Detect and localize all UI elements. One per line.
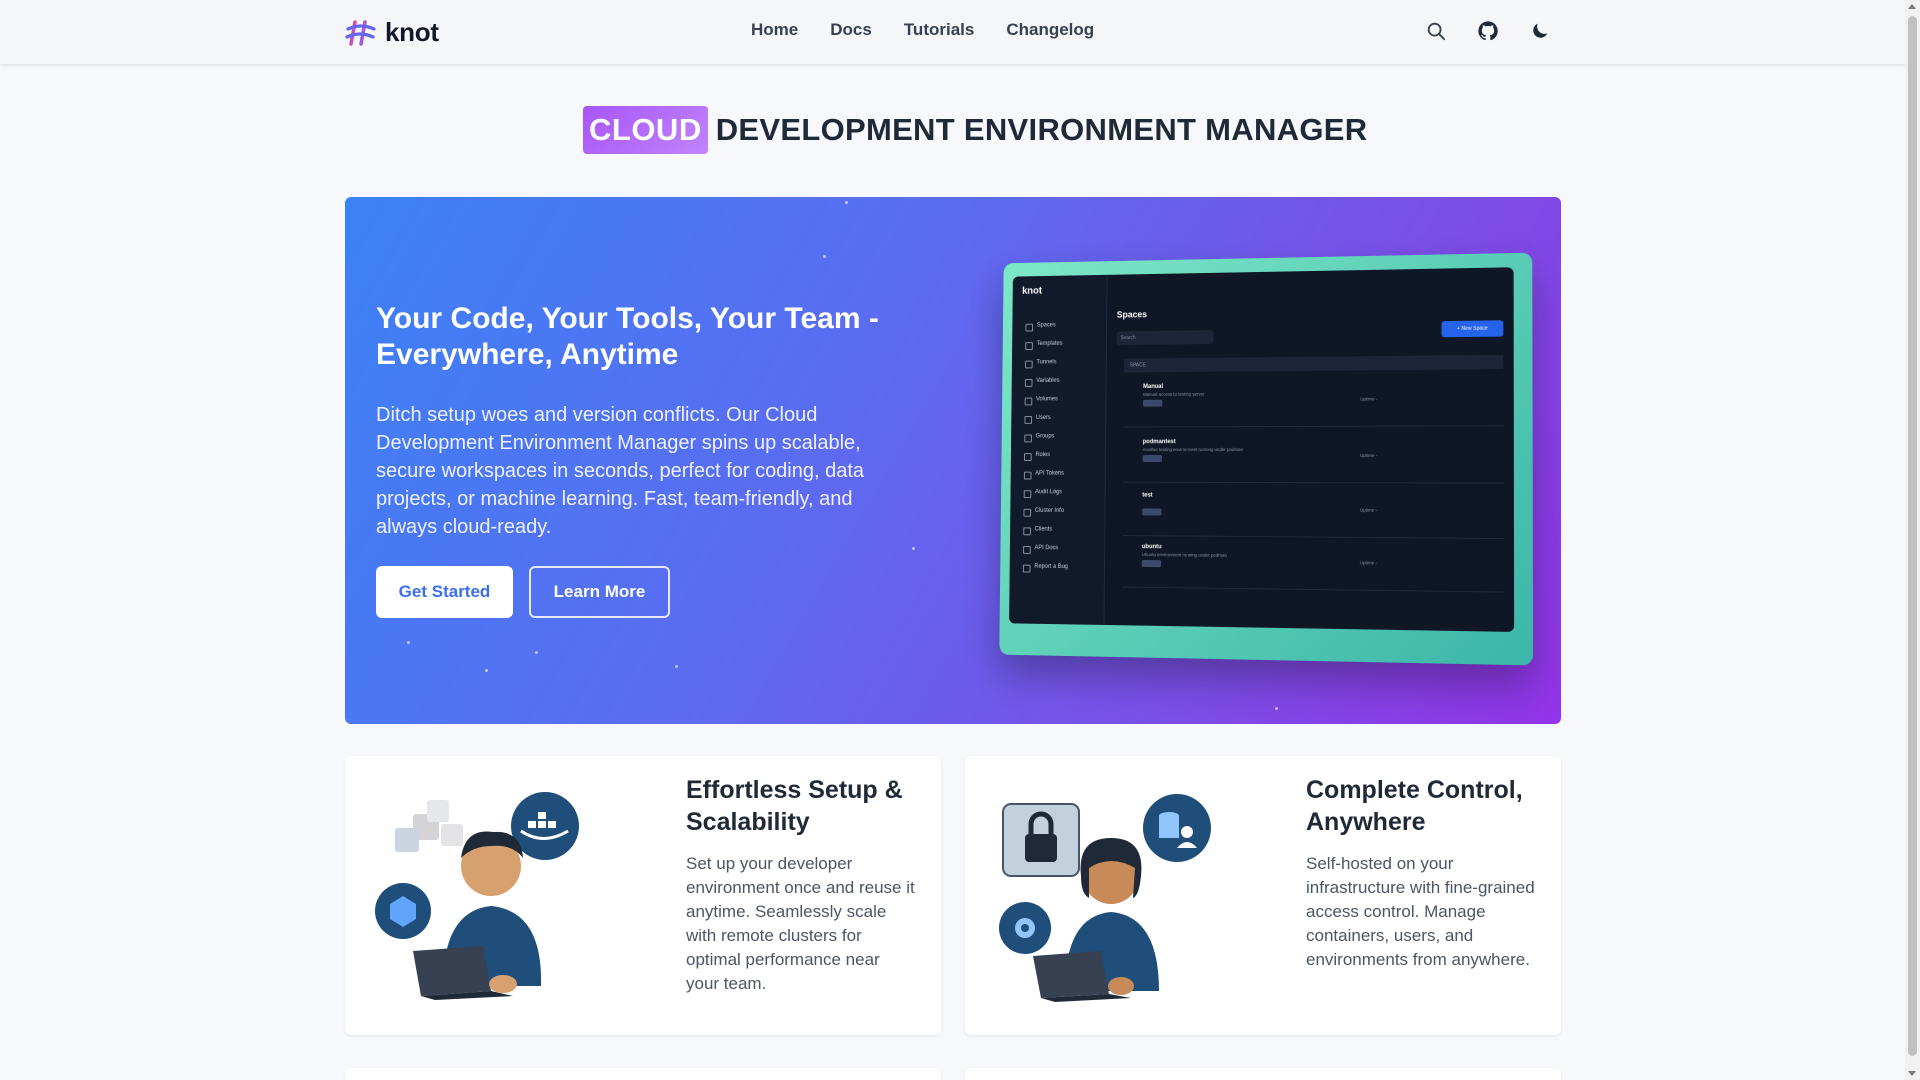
scroll-down-arrow-icon[interactable] bbox=[1908, 1071, 1916, 1076]
mock-nav-item: Spaces bbox=[1025, 316, 1070, 335]
scroll-thumb[interactable] bbox=[1908, 16, 1917, 1056]
nav-docs[interactable]: Docs bbox=[830, 20, 872, 40]
mock-nav: Spaces Templates Tunnels Variables Volum… bbox=[1023, 316, 1071, 577]
mock-row-name: Manual bbox=[1143, 384, 1163, 390]
mock-search: Search bbox=[1117, 330, 1214, 345]
mock-nav-item: API Tokens bbox=[1024, 465, 1069, 484]
mock-heading: Spaces bbox=[1117, 309, 1147, 319]
mock-row-status: Uptime - bbox=[1360, 453, 1377, 458]
hero-section: Your Code, Your Tools, Your Team - Every… bbox=[345, 197, 1561, 724]
admin-illustration-icon bbox=[993, 786, 1253, 1016]
mock-table-header: SPACE bbox=[1124, 355, 1503, 373]
feature-card-partial bbox=[965, 1068, 1561, 1080]
top-navbar: knot Home Docs Tutorials Changelog bbox=[0, 0, 1905, 64]
mock-row-badge bbox=[1143, 455, 1162, 462]
app-screenshot: knot Spaces Templates Tunnels Variables … bbox=[999, 253, 1533, 666]
main-nav: Home Docs Tutorials Changelog bbox=[751, 20, 1094, 40]
search-icon[interactable] bbox=[1425, 20, 1447, 42]
nav-home[interactable]: Home bbox=[751, 20, 798, 40]
mock-nav-item: Variables bbox=[1025, 372, 1070, 391]
mock-row-name: test bbox=[1142, 493, 1152, 499]
mock-nav-item: Audit Logs bbox=[1024, 483, 1069, 502]
feature-text: Set up your developer environment once a… bbox=[686, 852, 916, 996]
mock-row-status: Uptime - bbox=[1360, 508, 1377, 513]
mock-nav-item: Tunnels bbox=[1025, 353, 1070, 372]
get-started-button[interactable]: Get Started bbox=[376, 566, 513, 618]
mock-row-status: Uptime - bbox=[1360, 396, 1377, 401]
developer-illustration-icon bbox=[373, 786, 633, 1016]
header-tools bbox=[1425, 20, 1551, 42]
mock-sidebar: knot Spaces Templates Tunnels Variables … bbox=[1009, 275, 1107, 625]
title-highlight: CLOUD bbox=[583, 106, 708, 154]
mock-row-badge bbox=[1142, 560, 1161, 567]
feature-title: Effortless Setup & Scalability bbox=[686, 774, 916, 838]
scroll-up-arrow-icon[interactable] bbox=[1908, 4, 1916, 9]
feature-text: Self-hosted on your infrastructure with … bbox=[1306, 852, 1536, 972]
mock-table-row: podmantest Another testing environment r… bbox=[1123, 430, 1503, 483]
mock-nav-item: Groups bbox=[1024, 428, 1069, 447]
github-icon[interactable] bbox=[1477, 20, 1499, 42]
feature-title: Complete Control, Anywhere bbox=[1306, 774, 1536, 838]
mock-logo: knot bbox=[1022, 286, 1042, 297]
hero-heading: Your Code, Your Tools, Your Team - Every… bbox=[376, 301, 896, 373]
mock-row-badge bbox=[1143, 400, 1162, 407]
nav-tutorials[interactable]: Tutorials bbox=[904, 20, 975, 40]
mock-row-name: ubuntu bbox=[1142, 544, 1162, 550]
brand-link[interactable]: knot bbox=[345, 17, 439, 48]
mock-nav-item: Report a Bug bbox=[1023, 558, 1068, 577]
feature-card-partial bbox=[345, 1068, 941, 1080]
mock-table-row: ubuntu Ubuntu environment running under … bbox=[1122, 536, 1503, 593]
learn-more-button[interactable]: Learn More bbox=[529, 566, 670, 618]
mock-row-status: Uptime - bbox=[1360, 560, 1377, 565]
feature-card: Complete Control, Anywhere Self-hosted o… bbox=[965, 756, 1561, 1035]
mock-new-space-button: + New Space bbox=[1442, 320, 1504, 337]
mock-nav-item: Clients bbox=[1023, 521, 1068, 540]
title-rest: DEVELOPMENT ENVIRONMENT MANAGER bbox=[716, 112, 1368, 148]
page-title: CLOUD DEVELOPMENT ENVIRONMENT MANAGER bbox=[583, 106, 1367, 154]
feature-card: Effortless Setup & Scalability Set up yo… bbox=[345, 756, 941, 1035]
mock-row-desc: Manual access to testing server bbox=[1143, 392, 1205, 397]
mock-nav-item: Cluster Info bbox=[1023, 502, 1068, 521]
hero-description: Ditch setup woes and version conflicts. … bbox=[376, 401, 896, 541]
mock-nav-item: API Docs bbox=[1023, 539, 1068, 558]
mock-nav-item: Templates bbox=[1025, 335, 1070, 354]
dark-mode-toggle-icon[interactable] bbox=[1529, 20, 1551, 42]
knot-logo-icon bbox=[345, 18, 377, 48]
mock-nav-item: Volumes bbox=[1025, 390, 1070, 409]
mock-table-row: Manual Manual access to testing server U… bbox=[1124, 373, 1504, 427]
nav-changelog[interactable]: Changelog bbox=[1006, 20, 1094, 40]
mock-row-desc: Another testing environment running unde… bbox=[1143, 447, 1243, 452]
mock-main: Spaces Search + New Space SPACE Manual M… bbox=[1105, 267, 1515, 632]
brand-name: knot bbox=[385, 17, 439, 48]
mock-nav-item: Users bbox=[1024, 409, 1069, 428]
mock-row-desc: Ubuntu environment running under podman bbox=[1142, 552, 1227, 558]
page-scrollbar[interactable] bbox=[1905, 0, 1920, 1080]
mock-nav-item: Roles bbox=[1024, 446, 1069, 465]
mock-row-badge bbox=[1142, 508, 1161, 515]
mock-row-name: podmantest bbox=[1143, 439, 1176, 445]
app-screenshot-window: knot Spaces Templates Tunnels Variables … bbox=[1009, 267, 1514, 632]
mock-table-row: test Uptime - bbox=[1123, 485, 1504, 539]
